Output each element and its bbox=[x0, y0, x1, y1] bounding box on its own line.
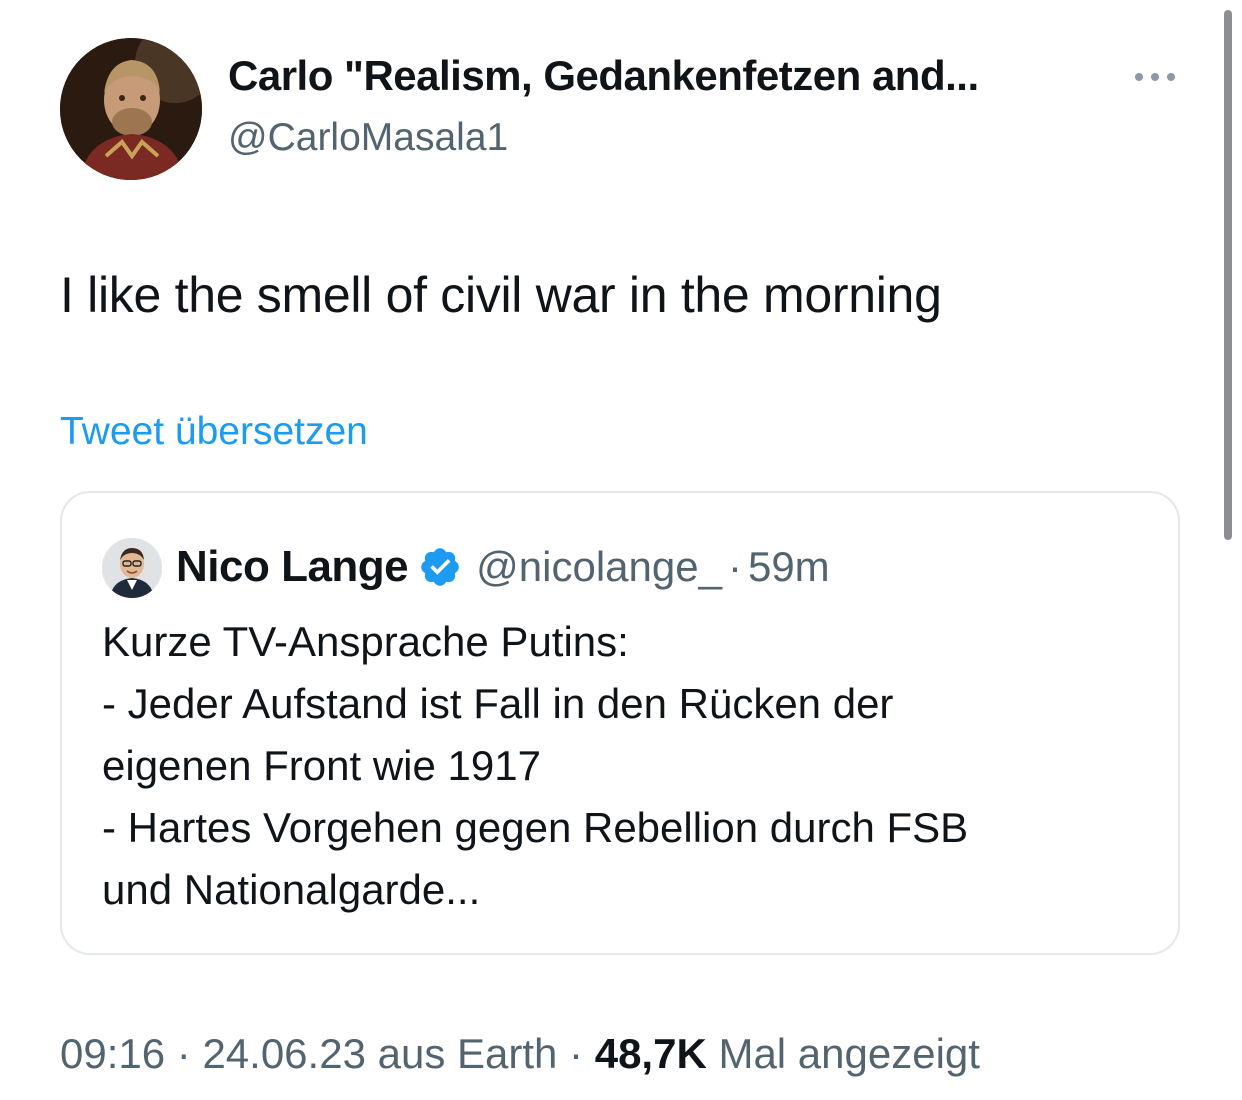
views-label: Mal angezeigt bbox=[706, 1030, 980, 1077]
quoted-author-avatar[interactable] bbox=[102, 538, 162, 598]
scrollbar[interactable] bbox=[1224, 10, 1232, 540]
tweet-text: I like the smell of civil war in the mor… bbox=[60, 267, 942, 323]
quoted-author-avatar-image bbox=[102, 538, 162, 598]
quoted-tweet-line: - Hartes Vorgehen gegen Rebellion durch … bbox=[102, 804, 969, 851]
author-avatar-image bbox=[60, 38, 202, 180]
author-display-name[interactable]: Carlo "Realism, Gedankenfetzen and... bbox=[228, 52, 979, 100]
quoted-tweet-line: eigenen Front wie 1917 bbox=[102, 742, 541, 789]
quoted-tweet-card[interactable]: Nico Lange @nicolange_ · 59m Kurze TV-An… bbox=[60, 491, 1180, 955]
quoted-tweet-line: und Nationalgarde... bbox=[102, 866, 481, 913]
verified-badge-icon bbox=[418, 545, 462, 589]
quoted-separator-dot: · bbox=[727, 543, 742, 590]
quoted-tweet-line: - Jeder Aufstand ist Fall in den Rücken … bbox=[102, 680, 894, 727]
tweet-detail: Carlo "Realism, Gedankenfetzen and... @C… bbox=[0, 0, 1242, 1100]
tweet-meta: 09:16 · 24.06.23 aus Earth · 48,7K Mal a… bbox=[60, 1030, 980, 1078]
tweet-time[interactable]: 09:16 bbox=[60, 1030, 165, 1077]
tweet-date[interactable]: 24.06.23 bbox=[202, 1030, 366, 1077]
quoted-author-name[interactable]: Nico Lange bbox=[176, 542, 409, 592]
author-avatar[interactable] bbox=[60, 38, 202, 180]
quoted-tweet-header: Nico Lange @nicolange_ · 59m bbox=[176, 539, 830, 595]
quoted-tweet-time[interactable]: 59m bbox=[748, 543, 830, 591]
tweet-source: aus Earth bbox=[365, 1030, 558, 1077]
meta-separator: · bbox=[165, 1030, 203, 1077]
more-horizontal-icon[interactable] bbox=[1130, 62, 1180, 92]
meta-separator: · bbox=[557, 1030, 595, 1077]
translate-tweet-link[interactable]: Tweet übersetzen bbox=[60, 410, 368, 454]
quoted-tweet-line: Kurze TV-Ansprache Putins: bbox=[102, 618, 629, 665]
quoted-author-handle[interactable]: @nicolange_ bbox=[476, 543, 722, 591]
author-handle[interactable]: @CarloMasala1 bbox=[228, 116, 508, 160]
views-count[interactable]: 48,7K bbox=[595, 1030, 707, 1077]
quoted-tweet-text: Kurze TV-Ansprache Putins: - Jeder Aufst… bbox=[102, 611, 1142, 921]
